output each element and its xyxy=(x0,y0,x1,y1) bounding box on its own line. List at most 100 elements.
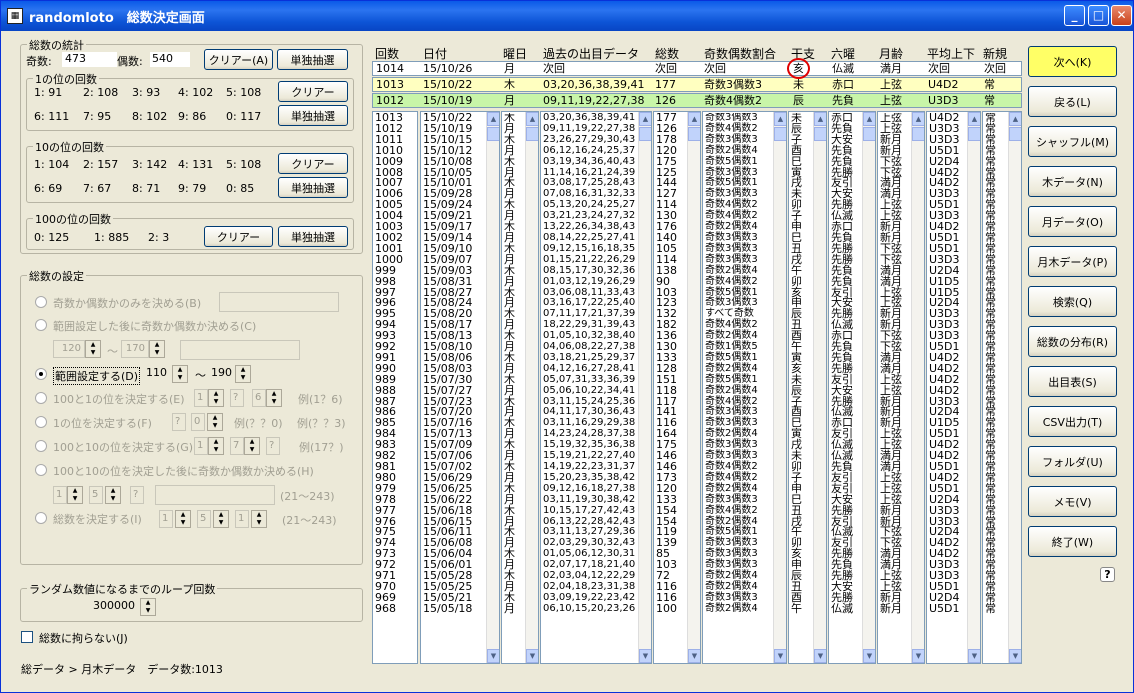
ignore-total-checkbox[interactable] xyxy=(21,631,33,643)
opt8-tens-spin[interactable]: ▲ ▼ xyxy=(213,510,229,528)
list-item[interactable]: 03,19,34,36,40,43 xyxy=(543,156,637,168)
scroll-up-icon[interactable]: ▲ xyxy=(688,112,700,126)
memo-button[interactable]: メモ(V) xyxy=(1028,486,1117,517)
folder-button[interactable]: フォルダ(U) xyxy=(1028,446,1117,477)
opt8-hundreds-spin[interactable]: ▲ ▼ xyxy=(175,510,191,528)
opt8-radio[interactable] xyxy=(35,512,47,524)
exit-button[interactable]: 終了(W) xyxy=(1028,526,1117,557)
tens-single-draw-button[interactable]: 単独抽選 xyxy=(278,177,348,198)
list-item[interactable]: 15/05/18 xyxy=(423,603,485,615)
scroll-up-icon[interactable]: ▲ xyxy=(774,112,786,126)
opt3-max[interactable]: 190 xyxy=(209,365,233,383)
scroll-down-icon[interactable]: ▼ xyxy=(968,649,980,663)
rokuyo-listbox[interactable]: 赤口 先負 大安 先負 先負 先勝 友引 大安 先勝 仏滅 赤口 先負 先勝 先勝 先負 先負 友引 大安 先勝 仏滅… xyxy=(828,111,876,664)
opt8-tens[interactable]: 5 xyxy=(197,510,211,528)
opt3-min[interactable]: 110 xyxy=(144,365,172,383)
opt1-field[interactable] xyxy=(219,292,339,312)
scroll-down-icon[interactable]: ▼ xyxy=(912,649,924,663)
opt5-ones-spin[interactable]: ▲ ▼ xyxy=(207,413,223,431)
opt1-label[interactable]: 奇数か偶数かのみを決める(B) xyxy=(53,295,201,311)
ratio-listbox[interactable]: 奇数3偶数3 奇数4偶数2 奇数3偶数3 奇数2偶数4 奇数5偶数1 奇数3偶数3 奇数5偶… xyxy=(702,111,787,664)
ratio-scrollbar[interactable]: ▲ ▼ xyxy=(773,112,786,663)
opt3-radio[interactable] xyxy=(35,368,47,380)
next-button[interactable]: 次へ(K) xyxy=(1028,46,1117,77)
search-button[interactable]: 検索(Q) xyxy=(1028,286,1117,317)
scroll-thumb[interactable] xyxy=(1009,127,1021,141)
csv-export-button[interactable]: CSV出力(T) xyxy=(1028,406,1117,437)
youbi-listbox[interactable]: 木月木月木月木月木月木月木月木月木月木月木月木月木月木月木月木月木月木月木月木月… xyxy=(501,111,539,664)
date-listbox[interactable]: 15/10/22 15/10/19 15/10/15 15/10/12 15/10/08… xyxy=(420,111,500,664)
opt5-radio[interactable] xyxy=(35,416,47,428)
opt6-tens-spin[interactable]: ▲ ▼ xyxy=(244,437,260,455)
scroll-thumb[interactable] xyxy=(774,127,786,141)
scroll-down-icon[interactable]: ▼ xyxy=(688,649,700,663)
deme-listbox[interactable]: 03,20,36,38,39,41 09,11,19,22,27,38 23,26,… xyxy=(540,111,652,664)
opt3-label[interactable]: 範囲設定する(D) xyxy=(53,367,141,385)
list-item[interactable]: 05,06,10,22,34,41 xyxy=(543,385,637,397)
loop-spin[interactable]: ▲ ▼ xyxy=(140,598,156,616)
scroll-thumb[interactable] xyxy=(639,127,651,141)
heikin-listbox[interactable]: U4D2 U3D3 U3D3 U5D1 U2D4 U4D2 U4D2 U3D3 U5D1 U3D3… xyxy=(926,111,981,664)
help-icon[interactable]: ? xyxy=(1100,567,1115,582)
scroll-up-icon[interactable]: ▲ xyxy=(912,112,924,126)
sosu-scrollbar[interactable]: ▲ ▼ xyxy=(687,112,700,663)
scroll-down-icon[interactable]: ▼ xyxy=(487,649,499,663)
eto-listbox[interactable]: 未辰子酉巳寅戌未卯子申巳丑戌午卯亥申辰丑酉午寅亥未辰子酉巳寅戌未卯子申巳丑戌午卯… xyxy=(788,111,827,664)
opt7-hundreds[interactable]: 1 xyxy=(53,486,67,504)
list-item[interactable]: 03,11,19,30,38,42 xyxy=(543,494,637,506)
list-item[interactable]: 月 xyxy=(504,603,524,615)
hundreds-single-draw-button[interactable]: 単独抽選 xyxy=(278,226,348,247)
opt2-min[interactable]: 120 xyxy=(53,340,85,358)
list-item[interactable]: 奇数4偶数2 xyxy=(705,276,772,288)
list-item[interactable]: 01,03,12,19,26,29 xyxy=(543,276,637,288)
opt3-max-spin[interactable]: ▲ ▼ xyxy=(235,365,251,383)
opt8-label[interactable]: 総数を決定する(I) xyxy=(53,511,142,527)
opt7-tens[interactable]: 5 xyxy=(89,486,103,504)
scroll-up-icon[interactable]: ▲ xyxy=(1009,112,1021,126)
list-item[interactable]: 08,15,17,30,32,36 xyxy=(543,265,637,277)
list-item[interactable]: 常 xyxy=(985,603,1007,615)
mon-thu-data-button[interactable]: 月木データ(P) xyxy=(1028,246,1117,277)
opt4-ones-spin[interactable]: ▲ ▼ xyxy=(266,389,282,407)
maximize-button[interactable]: □ xyxy=(1088,5,1109,26)
list-item[interactable]: 10,15,17,27,42,43 xyxy=(543,505,637,517)
opt5-ones[interactable]: 0 xyxy=(191,413,205,431)
opt7-tens-spin[interactable]: ▲ ▼ xyxy=(105,486,121,504)
list-item[interactable]: 奇数5偶数1 xyxy=(705,156,772,168)
list-item[interactable]: 奇数2偶数4 xyxy=(705,265,772,277)
loop-count[interactable]: 300000 xyxy=(84,598,138,616)
opt7-field[interactable] xyxy=(155,485,275,505)
opt2-radio[interactable] xyxy=(35,319,47,331)
list-item[interactable]: 968 xyxy=(375,603,415,615)
scroll-up-icon[interactable]: ▲ xyxy=(639,112,651,126)
scroll-down-icon[interactable]: ▼ xyxy=(814,649,826,663)
ones-single-draw-button[interactable]: 単独抽選 xyxy=(278,105,348,126)
back-button[interactable]: 戻る(L) xyxy=(1028,86,1117,117)
list-item[interactable]: 06,10,15,20,23,26 xyxy=(543,603,637,615)
list-item[interactable]: 奇数3偶数3 xyxy=(705,494,772,506)
deme-scrollbar[interactable]: ▲ ▼ xyxy=(638,112,651,663)
opt8-ones[interactable]: 1 xyxy=(235,510,249,528)
scroll-down-icon[interactable]: ▼ xyxy=(526,649,538,663)
scroll-thumb[interactable] xyxy=(912,127,924,141)
opt2-label[interactable]: 範囲設定した後に奇数か偶数か決める(C) xyxy=(53,318,256,334)
list-item[interactable]: 午 xyxy=(791,603,812,615)
opt4-hundreds[interactable]: 1 xyxy=(194,389,208,407)
getsurei-listbox[interactable]: 上弦 上弦 新月 新月 下弦 下弦 満月 満月 上弦 上弦 新月 新月 下弦 下弦 満月 満月 上弦 上弦 新月 新月… xyxy=(877,111,925,664)
opt7-ones[interactable]: ? xyxy=(130,486,144,504)
list-item[interactable]: 100 xyxy=(656,603,686,615)
shinki-scrollbar[interactable]: ▲ ▼ xyxy=(1008,112,1021,663)
opt6-hundreds[interactable]: 1 xyxy=(194,437,208,455)
opt7-hundreds-spin[interactable]: ▲ ▼ xyxy=(67,486,83,504)
opt6-hundreds-spin[interactable]: ▲ ▼ xyxy=(208,437,224,455)
opt2-min-spin[interactable]: ▲ ▼ xyxy=(85,340,101,358)
ignore-total-label[interactable]: 総数に拘らない(J) xyxy=(39,630,128,646)
scroll-down-icon[interactable]: ▼ xyxy=(863,649,875,663)
scroll-up-icon[interactable]: ▲ xyxy=(968,112,980,126)
opt2-max[interactable]: 170 xyxy=(121,340,149,358)
opt4-label[interactable]: 100と1の位を決定する(E) xyxy=(53,391,185,407)
list-item[interactable]: 奇数4偶数2 xyxy=(705,505,772,517)
scroll-up-icon[interactable]: ▲ xyxy=(487,112,499,126)
opt5-q[interactable]: ? xyxy=(172,413,186,431)
list-item[interactable]: 06,12,16,24,25,37 xyxy=(543,145,637,157)
